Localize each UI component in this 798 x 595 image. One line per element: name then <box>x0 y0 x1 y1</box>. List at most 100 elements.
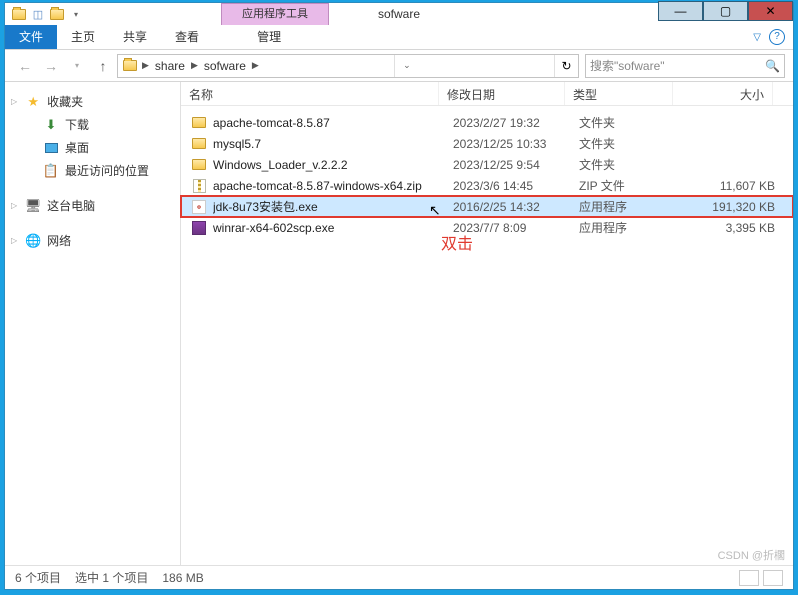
file-name: winrar-x64-602scp.exe <box>213 221 453 235</box>
network-icon: 🌐 <box>25 233 41 249</box>
up-button[interactable]: ↑ <box>91 54 115 78</box>
file-type: 文件夹 <box>579 114 687 131</box>
file-type: 应用程序 <box>579 198 687 215</box>
status-bar: 6 个项目 选中 1 个项目 186 MB <box>5 565 793 589</box>
navigation-pane: ▷ ★ 收藏夹 ⬇ 下载 桌面 📋 最近访问的位置 <box>5 82 181 565</box>
file-date: 2023/3/6 14:45 <box>453 179 579 193</box>
file-name: jdk-8u73安装包.exe <box>213 198 453 215</box>
file-list: apache-tomcat-8.5.872023/2/27 19:32文件夹my… <box>181 106 793 565</box>
collapse-icon[interactable]: ▷ <box>11 236 17 245</box>
file-row[interactable]: winrar-x64-602scp.exe2023/7/7 8:09应用程序3,… <box>181 217 793 238</box>
search-placeholder: 搜索"sofware" <box>590 57 665 74</box>
file-type: 应用程序 <box>579 219 687 236</box>
column-date[interactable]: 修改日期 <box>439 82 565 105</box>
recent-dropdown-icon[interactable]: ▾ <box>65 54 89 78</box>
file-size: 191,320 KB <box>687 200 775 214</box>
qat-dropdown-icon[interactable]: ▾ <box>68 6 84 22</box>
collapse-icon[interactable]: ▷ <box>11 201 17 210</box>
file-date: 2023/12/25 9:54 <box>453 158 579 172</box>
file-list-pane: 名称 修改日期 类型 大小 apache-tomcat-8.5.872023/2… <box>181 82 793 565</box>
help-icon[interactable]: ? <box>769 29 785 45</box>
search-icon[interactable]: 🔍 <box>765 59 780 73</box>
chevron-right-icon[interactable]: ▶ <box>142 60 149 71</box>
column-headers: 名称 修改日期 类型 大小 <box>181 82 793 106</box>
folder-icon <box>191 115 207 131</box>
sidebar-favorites[interactable]: ▷ ★ 收藏夹 <box>5 90 180 113</box>
file-date: 2016/2/25 14:32 <box>453 200 579 214</box>
search-input[interactable]: 搜索"sofware" 🔍 <box>585 54 785 78</box>
share-tab[interactable]: 共享 <box>109 25 161 49</box>
titlebar: ◫ ▾ 应用程序工具 sofware — ▢ ✕ <box>5 3 793 25</box>
home-tab[interactable]: 主页 <box>57 25 109 49</box>
folder-icon <box>191 136 207 152</box>
context-tab[interactable]: 应用程序工具 <box>221 3 329 25</box>
address-dropdown-icon[interactable]: ⌄ <box>394 55 418 77</box>
download-icon: ⬇ <box>43 117 59 133</box>
file-date: 2023/12/25 10:33 <box>453 137 579 151</box>
breadcrumb-sofware[interactable]: sofware <box>202 59 248 73</box>
file-type: 文件夹 <box>579 156 687 173</box>
refresh-icon[interactable]: ↻ <box>554 55 578 77</box>
file-row[interactable]: apache-tomcat-8.5.87-windows-x64.zip2023… <box>181 175 793 196</box>
manage-tab[interactable]: 管理 <box>243 25 295 49</box>
watermark: CSDN @折櫊 <box>718 547 785 563</box>
ribbon-tabs: 文件 主页 共享 查看 管理 ▽ ? <box>5 25 793 50</box>
window-controls: — ▢ ✕ <box>658 1 793 21</box>
window-title: sofware <box>378 7 420 21</box>
minimize-button[interactable]: — <box>658 1 703 21</box>
annotation-text: 双击 <box>441 230 473 254</box>
back-button[interactable]: ← <box>13 54 37 78</box>
navigation-bar: ← → ▾ ↑ ▶ share ▶ sofware ▶ ⌄ ↻ 搜索"sofwa… <box>5 50 793 82</box>
explorer-body: ▷ ★ 收藏夹 ⬇ 下载 桌面 📋 最近访问的位置 <box>5 82 793 565</box>
column-size[interactable]: 大小 <box>673 82 773 105</box>
file-name: mysql5.7 <box>213 137 453 151</box>
sidebar-recent[interactable]: 📋 最近访问的位置 <box>5 159 180 182</box>
explorer-window: ◫ ▾ 应用程序工具 sofware — ▢ ✕ 文件 主页 共享 查看 管理 … <box>4 2 794 590</box>
file-row[interactable]: ⚬ jdk-8u73安装包.exe2016/2/25 14:32应用程序191,3… <box>181 196 793 217</box>
desktop-icon <box>43 140 59 156</box>
sidebar-downloads[interactable]: ⬇ 下载 <box>5 113 180 136</box>
properties-icon[interactable]: ◫ <box>30 6 46 22</box>
rar-icon <box>191 220 207 236</box>
column-type[interactable]: 类型 <box>565 82 673 105</box>
address-bar[interactable]: ▶ share ▶ sofware ▶ ⌄ ↻ <box>117 54 579 78</box>
icons-view-button[interactable] <box>763 570 783 586</box>
chevron-right-icon[interactable]: ▶ <box>191 60 198 71</box>
exe-icon: ⚬ <box>191 199 207 215</box>
new-folder-icon[interactable] <box>49 6 65 22</box>
status-size: 186 MB <box>162 571 203 585</box>
breadcrumb-share[interactable]: share <box>153 59 187 73</box>
view-tab[interactable]: 查看 <box>161 25 213 49</box>
recent-icon: 📋 <box>43 163 59 179</box>
expand-ribbon-icon[interactable]: ▽ <box>753 32 761 43</box>
file-row[interactable]: apache-tomcat-8.5.872023/2/27 19:32文件夹 <box>181 112 793 133</box>
file-type: ZIP 文件 <box>579 177 687 194</box>
collapse-icon[interactable]: ▷ <box>11 97 17 106</box>
file-date: 2023/2/27 19:32 <box>453 116 579 130</box>
file-name: apache-tomcat-8.5.87-windows-x64.zip <box>213 179 453 193</box>
file-type: 文件夹 <box>579 135 687 152</box>
close-button[interactable]: ✕ <box>748 1 793 21</box>
maximize-button[interactable]: ▢ <box>703 1 748 21</box>
file-row[interactable]: Windows_Loader_v.2.2.22023/12/25 9:54文件夹 <box>181 154 793 175</box>
sidebar-desktop[interactable]: 桌面 <box>5 136 180 159</box>
column-name[interactable]: 名称 <box>181 82 439 105</box>
status-selected: 选中 1 个项目 <box>75 569 148 586</box>
file-tab[interactable]: 文件 <box>5 25 57 49</box>
zip-icon <box>191 178 207 194</box>
status-count: 6 个项目 <box>15 569 61 586</box>
folder-icon <box>191 157 207 173</box>
sidebar-computer[interactable]: ▷ 🖥 这台电脑 <box>5 194 180 217</box>
star-icon: ★ <box>25 94 41 110</box>
file-name: Windows_Loader_v.2.2.2 <box>213 158 453 172</box>
file-size: 3,395 KB <box>687 221 775 235</box>
file-row[interactable]: mysql5.72023/12/25 10:33文件夹 <box>181 133 793 154</box>
sidebar-network[interactable]: ▷ 🌐 网络 <box>5 229 180 252</box>
folder-icon <box>11 6 27 22</box>
details-view-button[interactable] <box>739 570 759 586</box>
computer-icon: 🖥 <box>25 198 41 214</box>
forward-button[interactable]: → <box>39 54 63 78</box>
file-name: apache-tomcat-8.5.87 <box>213 116 453 130</box>
chevron-right-icon[interactable]: ▶ <box>252 60 259 71</box>
quick-access-toolbar: ◫ ▾ <box>5 6 84 22</box>
